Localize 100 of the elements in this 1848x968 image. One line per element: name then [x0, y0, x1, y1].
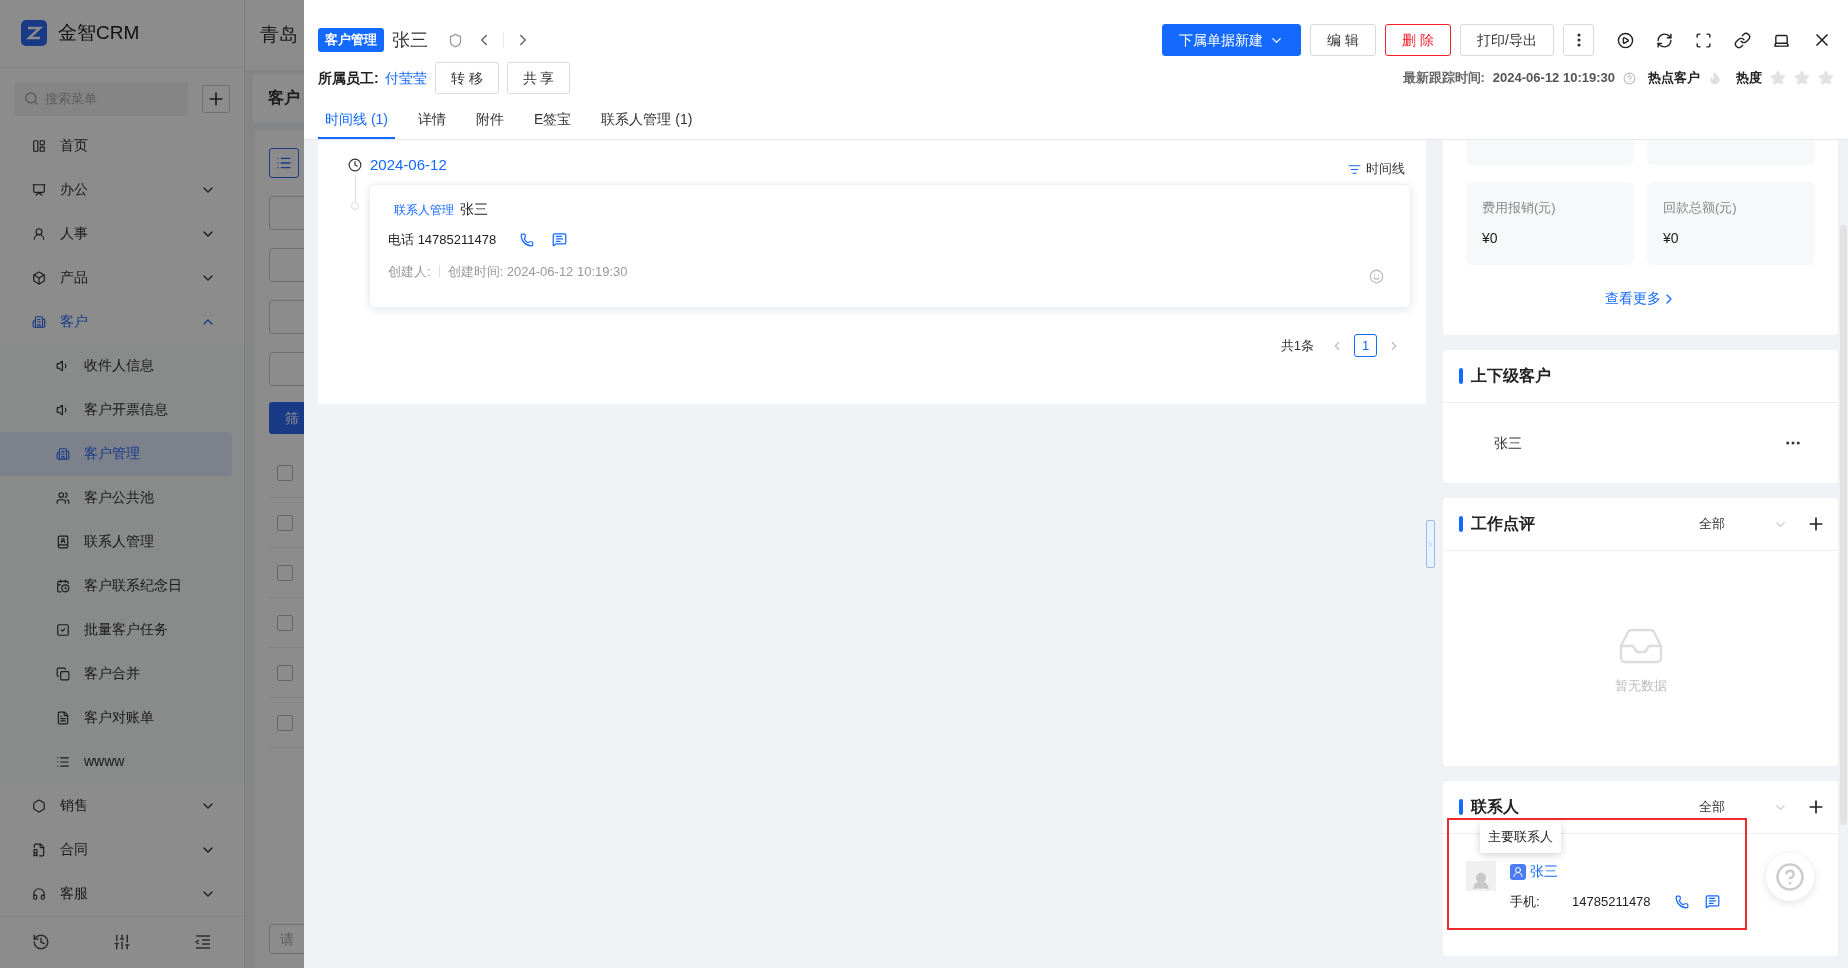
row-checkbox[interactable]: [277, 614, 293, 631]
menu-item[interactable]: 人事: [0, 211, 244, 256]
search-icon: [24, 91, 39, 107]
row-checkbox[interactable]: [277, 514, 293, 531]
owner-action-button[interactable]: 转 移: [434, 62, 499, 94]
document-icon: [32, 842, 46, 857]
message-icon[interactable]: [552, 232, 568, 248]
tab[interactable]: 联系人管理 (1): [594, 101, 700, 139]
entry-phone: 电话 14785211478: [388, 231, 497, 249]
collapse-handle[interactable]: [1426, 520, 1435, 568]
timeline-line: [354, 176, 356, 202]
action-button[interactable]: 编 辑: [1310, 24, 1377, 56]
sort-icon: [1348, 162, 1361, 176]
filter-dropdown[interactable]: 全部: [1699, 797, 1788, 817]
link-icon[interactable]: [1734, 31, 1751, 49]
shield-icon[interactable]: [448, 32, 463, 48]
menu-item[interactable]: 首页: [0, 123, 244, 168]
collapse-icon[interactable]: [194, 933, 213, 952]
tab[interactable]: 附件: [469, 101, 511, 139]
tab[interactable]: 详情: [411, 101, 453, 139]
fullscreen-icon[interactable]: [1695, 31, 1712, 49]
phone-icon[interactable]: [1674, 894, 1689, 909]
last-follow-label: 最新跟踪时间:: [1402, 69, 1485, 88]
star-icon[interactable]: [1818, 70, 1834, 86]
message-icon[interactable]: [1704, 894, 1720, 910]
document-icon: [56, 710, 70, 725]
stat-label: 费用报销(元): [1482, 199, 1557, 217]
entry-module-link[interactable]: 联系人管理: [394, 200, 454, 219]
submenu-item[interactable]: 客户公共池: [0, 475, 232, 520]
history-icon[interactable]: [31, 933, 50, 952]
contact-name-link[interactable]: 张三: [1530, 861, 1558, 882]
submenu-item[interactable]: 客户管理: [0, 431, 232, 476]
mobile-label: 手机:: [1510, 893, 1541, 911]
chevron-icon: [1427, 539, 1434, 549]
menu-item[interactable]: 客服: [0, 871, 244, 916]
row-checkbox[interactable]: [277, 464, 293, 481]
refresh-icon[interactable]: [1656, 31, 1673, 49]
more-button[interactable]: [1563, 24, 1594, 56]
help-icon: [1775, 862, 1805, 892]
logo-icon: [21, 20, 47, 47]
person-icon: [1471, 871, 1491, 891]
stat-value: ¥0: [1482, 228, 1499, 248]
entry-name: 张三: [460, 200, 488, 219]
submenu-item[interactable]: 客户开票信息: [0, 387, 232, 432]
building-icon: [56, 446, 70, 461]
submenu-item[interactable]: 客户合并: [0, 651, 232, 696]
submenu-item[interactable]: 联系人管理: [0, 519, 232, 564]
submenu-item[interactable]: 收件人信息: [0, 343, 232, 388]
submenu-item[interactable]: 批量客户任务: [0, 607, 232, 652]
owner-label: 所属员工:: [318, 68, 379, 88]
row-checkbox[interactable]: [277, 714, 293, 731]
row-checkbox[interactable]: [277, 564, 293, 581]
menu-item[interactable]: 销售: [0, 783, 244, 828]
action-button[interactable]: 删 除: [1385, 24, 1452, 56]
board-icon: [32, 182, 46, 197]
mobile-number: 14785211478: [1572, 893, 1651, 911]
star-icon[interactable]: [1794, 70, 1810, 86]
list-view-button[interactable]: [269, 148, 299, 178]
list-icon: [276, 155, 292, 171]
pagination-total: 共1条: [1280, 336, 1314, 355]
cube-icon: [32, 270, 46, 285]
add-button[interactable]: [202, 84, 230, 113]
view-more-link[interactable]: 查看更多: [1604, 288, 1677, 309]
stat-value: ¥0: [1663, 228, 1680, 248]
star-icon[interactable]: [1770, 70, 1786, 86]
menu-item[interactable]: 办公: [0, 167, 244, 212]
row-checkbox[interactable]: [277, 664, 293, 681]
sliders-icon[interactable]: [113, 933, 131, 952]
card-title: 联系人: [1471, 797, 1519, 817]
timeline-sort-button[interactable]: 时间线: [1348, 159, 1405, 179]
stat-label: 回款总额(元): [1663, 199, 1738, 217]
module-tag: 客户管理: [318, 28, 384, 52]
customer-name: 张三: [392, 28, 428, 52]
card-title: 上下级客户: [1471, 366, 1551, 386]
submenu-item[interactable]: 客户对账单: [0, 695, 232, 740]
submenu-item[interactable]: wwww: [0, 739, 232, 784]
tab[interactable]: E签宝: [527, 101, 579, 139]
layout-icon: [32, 138, 46, 153]
person-icon: [32, 226, 46, 241]
menu-item[interactable]: 合同: [0, 827, 244, 872]
building-icon: [32, 314, 46, 329]
related-customer[interactable]: 张三: [1494, 432, 1784, 454]
filter-dropdown[interactable]: 全部: [1699, 514, 1788, 534]
phone-icon[interactable]: [520, 232, 535, 247]
action-button[interactable]: 下属单据新建: [1162, 24, 1302, 56]
menu-item[interactable]: 产品: [0, 255, 244, 300]
hexagon-icon: [32, 798, 46, 813]
menu-item[interactable]: 客户: [0, 299, 244, 344]
last-follow-time: 2024-06-12 10:19:30: [1492, 69, 1615, 88]
owner-action-button[interactable]: 共 享: [506, 62, 571, 94]
submenu-item[interactable]: 客户联系纪念日: [0, 563, 232, 608]
action-button[interactable]: 打印/导出: [1460, 24, 1554, 56]
calendar-icon: [56, 578, 70, 593]
scrollbar[interactable]: [1839, 225, 1847, 825]
checklist-icon: [56, 622, 70, 637]
play-icon[interactable]: [1617, 31, 1634, 49]
company-title: 青岛: [260, 22, 298, 47]
card-title: 工作点评: [1471, 514, 1535, 534]
page-button[interactable]: 1: [1354, 334, 1377, 357]
owner-link[interactable]: 付莹莹: [384, 67, 427, 89]
